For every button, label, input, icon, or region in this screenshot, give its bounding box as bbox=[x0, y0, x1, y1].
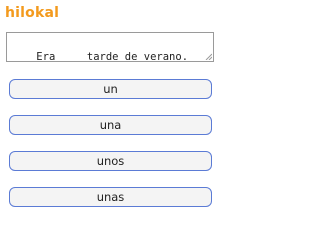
sentence-text: Era ___ tarde de verano. bbox=[36, 51, 189, 62]
option-button-unas[interactable]: unas bbox=[9, 187, 212, 207]
hilokal-logo: hilokal bbox=[5, 5, 60, 21]
option-button-una[interactable]: una bbox=[9, 115, 212, 135]
quiz-card: hilokal Era ___ tarde de verano. un una … bbox=[0, 0, 250, 226]
option-button-un[interactable]: un bbox=[9, 79, 212, 99]
option-button-unos[interactable]: unos bbox=[9, 151, 212, 171]
resize-grip-icon[interactable] bbox=[205, 53, 212, 60]
sentence-textarea[interactable]: Era ___ tarde de verano. bbox=[6, 32, 214, 62]
